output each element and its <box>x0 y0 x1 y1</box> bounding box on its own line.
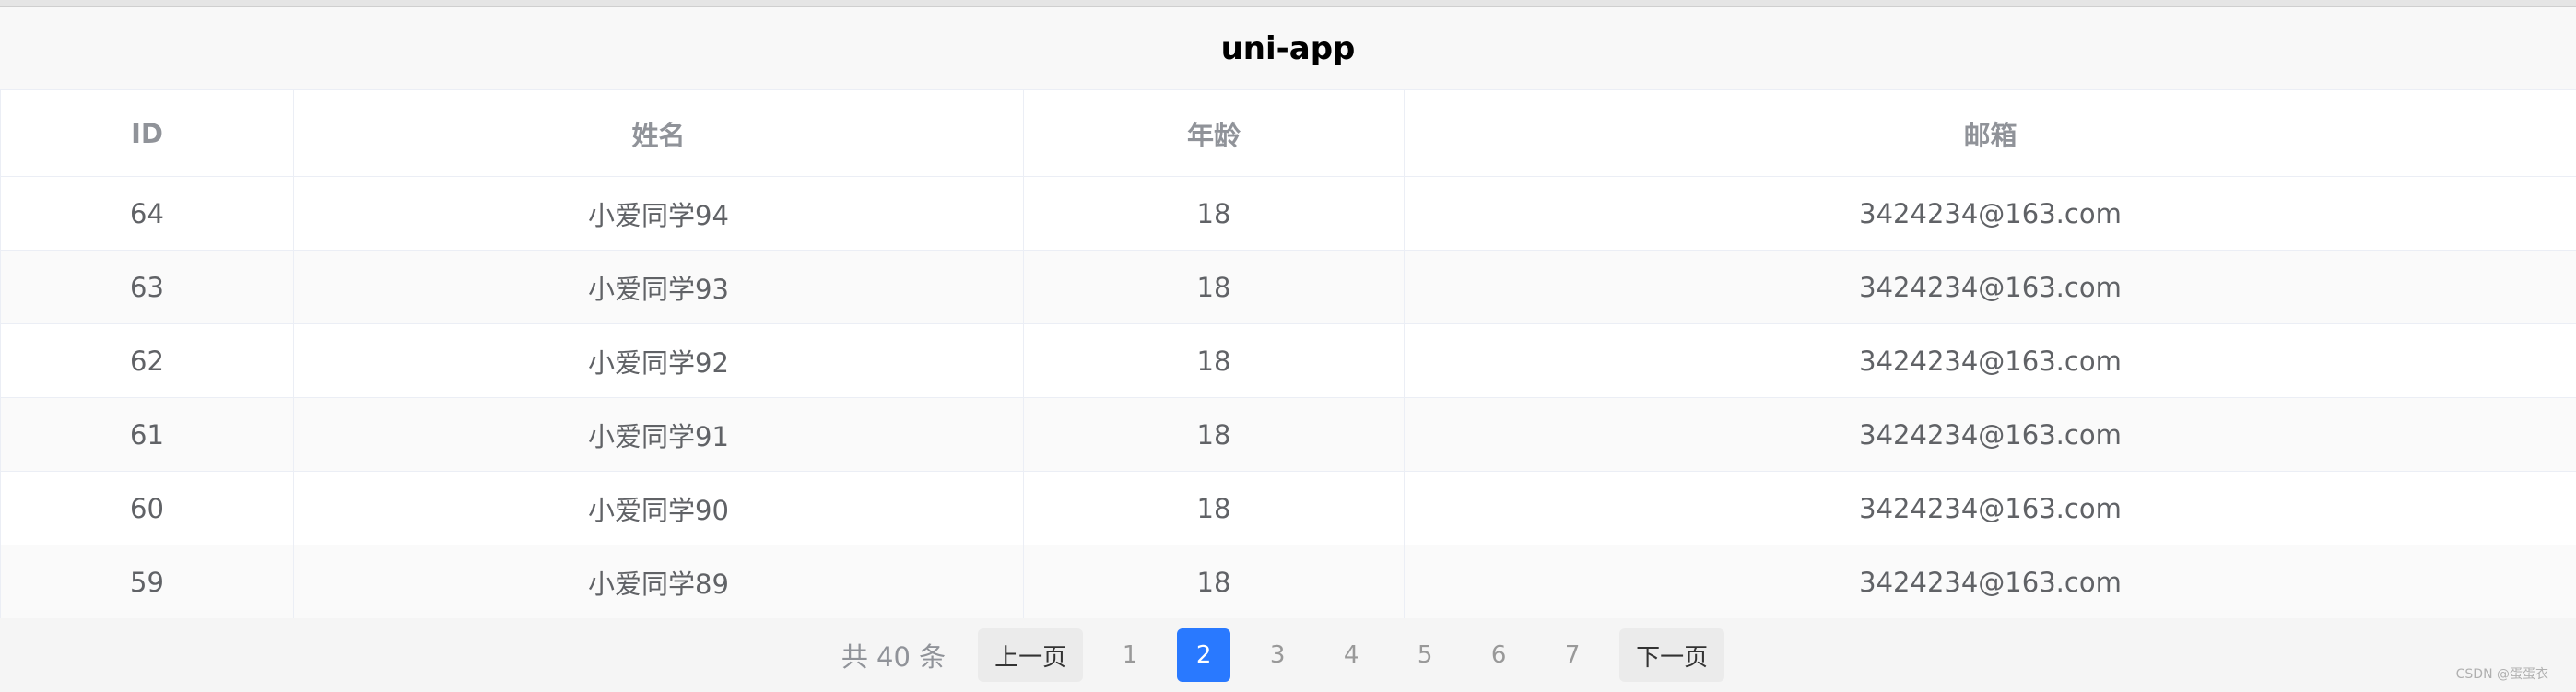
table-row[interactable]: 62 小爱同学92 18 3424234@163.com <box>1 324 2576 398</box>
cell-id: 63 <box>1 251 294 324</box>
column-header-name[interactable]: 姓名 <box>294 90 1024 177</box>
cell-id: 62 <box>1 324 294 398</box>
navigation-bar: uni-app <box>0 7 2576 89</box>
table-header-row: ID 姓名 年龄 邮箱 <box>1 90 2576 177</box>
cell-age: 18 <box>1024 324 1405 398</box>
page-button-3[interactable]: 3 <box>1251 628 1304 682</box>
cell-age: 18 <box>1024 545 1405 619</box>
cell-email: 3424234@163.com <box>1405 398 2576 472</box>
cell-name: 小爱同学93 <box>294 251 1024 324</box>
page-button-6[interactable]: 6 <box>1472 628 1525 682</box>
cell-id: 61 <box>1 398 294 472</box>
table-row[interactable]: 59 小爱同学89 18 3424234@163.com <box>1 545 2576 619</box>
cell-email: 3424234@163.com <box>1405 251 2576 324</box>
page-button-4[interactable]: 4 <box>1324 628 1378 682</box>
cell-id: 64 <box>1 177 294 251</box>
cell-email: 3424234@163.com <box>1405 472 2576 545</box>
window-top-border <box>0 0 2576 7</box>
cell-email: 3424234@163.com <box>1405 324 2576 398</box>
cell-id: 60 <box>1 472 294 545</box>
cell-email: 3424234@163.com <box>1405 177 2576 251</box>
cell-age: 18 <box>1024 251 1405 324</box>
page-button-2-current[interactable]: 2 <box>1177 628 1231 682</box>
cell-age: 18 <box>1024 177 1405 251</box>
watermark: CSDN @蛋蛋衣 <box>2455 667 2548 682</box>
cell-name: 小爱同学92 <box>294 324 1024 398</box>
next-page-button[interactable]: 下一页 <box>1619 628 1725 682</box>
cell-age: 18 <box>1024 398 1405 472</box>
page-button-1[interactable]: 1 <box>1103 628 1157 682</box>
table-row[interactable]: 64 小爱同学94 18 3424234@163.com <box>1 177 2576 251</box>
page-button-7[interactable]: 7 <box>1546 628 1599 682</box>
table-row[interactable]: 63 小爱同学93 18 3424234@163.com <box>1 251 2576 324</box>
cell-name: 小爱同学89 <box>294 545 1024 619</box>
table-row[interactable]: 61 小爱同学91 18 3424234@163.com <box>1 398 2576 472</box>
data-table: ID 姓名 年龄 邮箱 64 小爱同学94 18 3424234@163.com… <box>0 89 2576 619</box>
column-header-id[interactable]: ID <box>1 90 294 177</box>
page-button-5[interactable]: 5 <box>1398 628 1452 682</box>
cell-name: 小爱同学94 <box>294 177 1024 251</box>
cell-age: 18 <box>1024 472 1405 545</box>
cell-id: 59 <box>1 545 294 619</box>
prev-page-button[interactable]: 上一页 <box>978 628 1084 682</box>
cell-name: 小爱同学90 <box>294 472 1024 545</box>
table-body: 64 小爱同学94 18 3424234@163.com 63 小爱同学93 1… <box>1 177 2576 619</box>
page-title: uni-app <box>1220 29 1356 67</box>
column-header-email[interactable]: 邮箱 <box>1405 90 2576 177</box>
table-row[interactable]: 60 小爱同学90 18 3424234@163.com <box>1 472 2576 545</box>
pagination-total: 共 40 条 <box>841 641 947 673</box>
cell-name: 小爱同学91 <box>294 398 1024 472</box>
pagination: 共 40 条 上一页 1 2 3 4 5 6 7 下一页 <box>0 618 2576 692</box>
cell-email: 3424234@163.com <box>1405 545 2576 619</box>
column-header-age[interactable]: 年龄 <box>1024 90 1405 177</box>
